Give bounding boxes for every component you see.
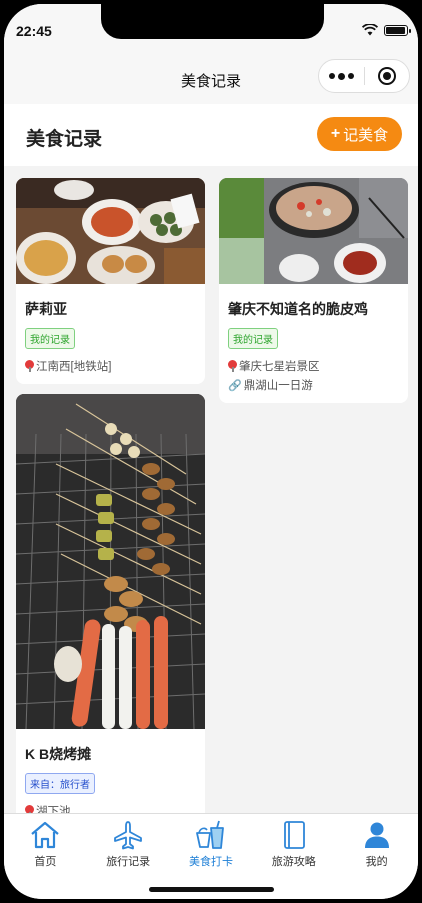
food-name: 萨莉亚 (25, 301, 67, 317)
food-feed: 萨莉亚 我的记录 江南西[地铁站] K B烧烤摊 来自：旅行者 湖下池 肇庆不知… (4, 166, 418, 816)
location-row: 江南西[地铁站] (25, 358, 196, 374)
source-tag: 来自：旅行者 (25, 773, 95, 794)
food-photo (16, 394, 205, 730)
tab-label: 首页 (34, 856, 57, 868)
food-card[interactable]: K B烧烤摊 来自：旅行者 湖下池 (16, 394, 205, 816)
source-tag: 我的记录 (25, 328, 75, 349)
tab-travel-records[interactable]: 旅行记录 (87, 814, 170, 870)
tab-bar: 首页 旅行记录 美食打卡 旅游攻略 我的 (4, 813, 418, 899)
add-food-button[interactable]: + 记美食 (317, 117, 402, 151)
location-row: 肇庆七星岩景区 (228, 358, 399, 374)
feed-column-left: 萨莉亚 我的记录 江南西[地铁站] K B烧烤摊 来自：旅行者 湖下池 (16, 178, 205, 816)
page-title: 美食记录 (26, 129, 103, 150)
user-icon (364, 822, 389, 848)
nav-bar: 美食记录 (4, 52, 418, 104)
location-pin-icon (25, 360, 34, 372)
home-indicator (149, 887, 274, 892)
food-photo (16, 178, 205, 286)
food-card[interactable]: 萨莉亚 我的记录 江南西[地铁站] (16, 178, 205, 384)
feed-column-right: 肇庆不知道名的脆皮鸡 我的记录 肇庆七星岩景区 🔗 鼎湖山一日游 (219, 178, 408, 413)
tab-travel-guide[interactable]: 旅游攻略 (252, 814, 335, 870)
tab-label: 旅行记录 (106, 856, 151, 868)
status-icons (362, 24, 411, 36)
location-pin-icon (228, 360, 237, 372)
location-text: 肇庆七星岩景区 (239, 361, 320, 373)
link-icon: 🔗 (228, 379, 242, 392)
phone-screen: 22:45 美食记录 美食记录 + 记美食 萨莉亚 我的记录 江南西[地铁站] … (4, 4, 418, 899)
tab-label: 我的 (365, 856, 388, 868)
miniprogram-capsule (318, 59, 410, 93)
trip-row: 🔗 鼎湖山一日游 (228, 377, 399, 393)
tab-label: 旅游攻略 (271, 856, 316, 868)
airplane-icon (114, 821, 143, 850)
status-time: 22:45 (16, 23, 52, 39)
guide-book-icon (283, 821, 305, 849)
tab-food-checkin[interactable]: 美食打卡 (170, 814, 253, 870)
food-photo (219, 178, 408, 284)
battery-icon (384, 24, 411, 36)
food-name: K B烧烤摊 (25, 746, 92, 762)
wifi-icon (362, 24, 378, 36)
device-notch (101, 4, 324, 39)
page-header: 美食记录 + 记美食 (4, 104, 418, 166)
tab-label: 美食打卡 (188, 856, 233, 868)
source-tag: 我的记录 (228, 328, 278, 349)
close-miniprogram-icon[interactable] (365, 67, 409, 85)
tab-profile[interactable]: 我的 (335, 814, 418, 870)
plus-icon: + (330, 125, 341, 142)
food-name: 肇庆不知道名的脆皮鸡 (228, 301, 368, 317)
tab-home[interactable]: 首页 (4, 814, 87, 870)
food-drink-icon (196, 820, 224, 849)
home-icon (31, 821, 60, 849)
location-text: 江南西[地铁站] (36, 361, 112, 373)
more-options-icon[interactable] (319, 72, 364, 80)
add-food-label: 记美食 (343, 126, 389, 144)
trip-text[interactable]: 鼎湖山一日游 (244, 377, 313, 393)
food-card[interactable]: 肇庆不知道名的脆皮鸡 我的记录 肇庆七星岩景区 🔗 鼎湖山一日游 (219, 178, 408, 403)
